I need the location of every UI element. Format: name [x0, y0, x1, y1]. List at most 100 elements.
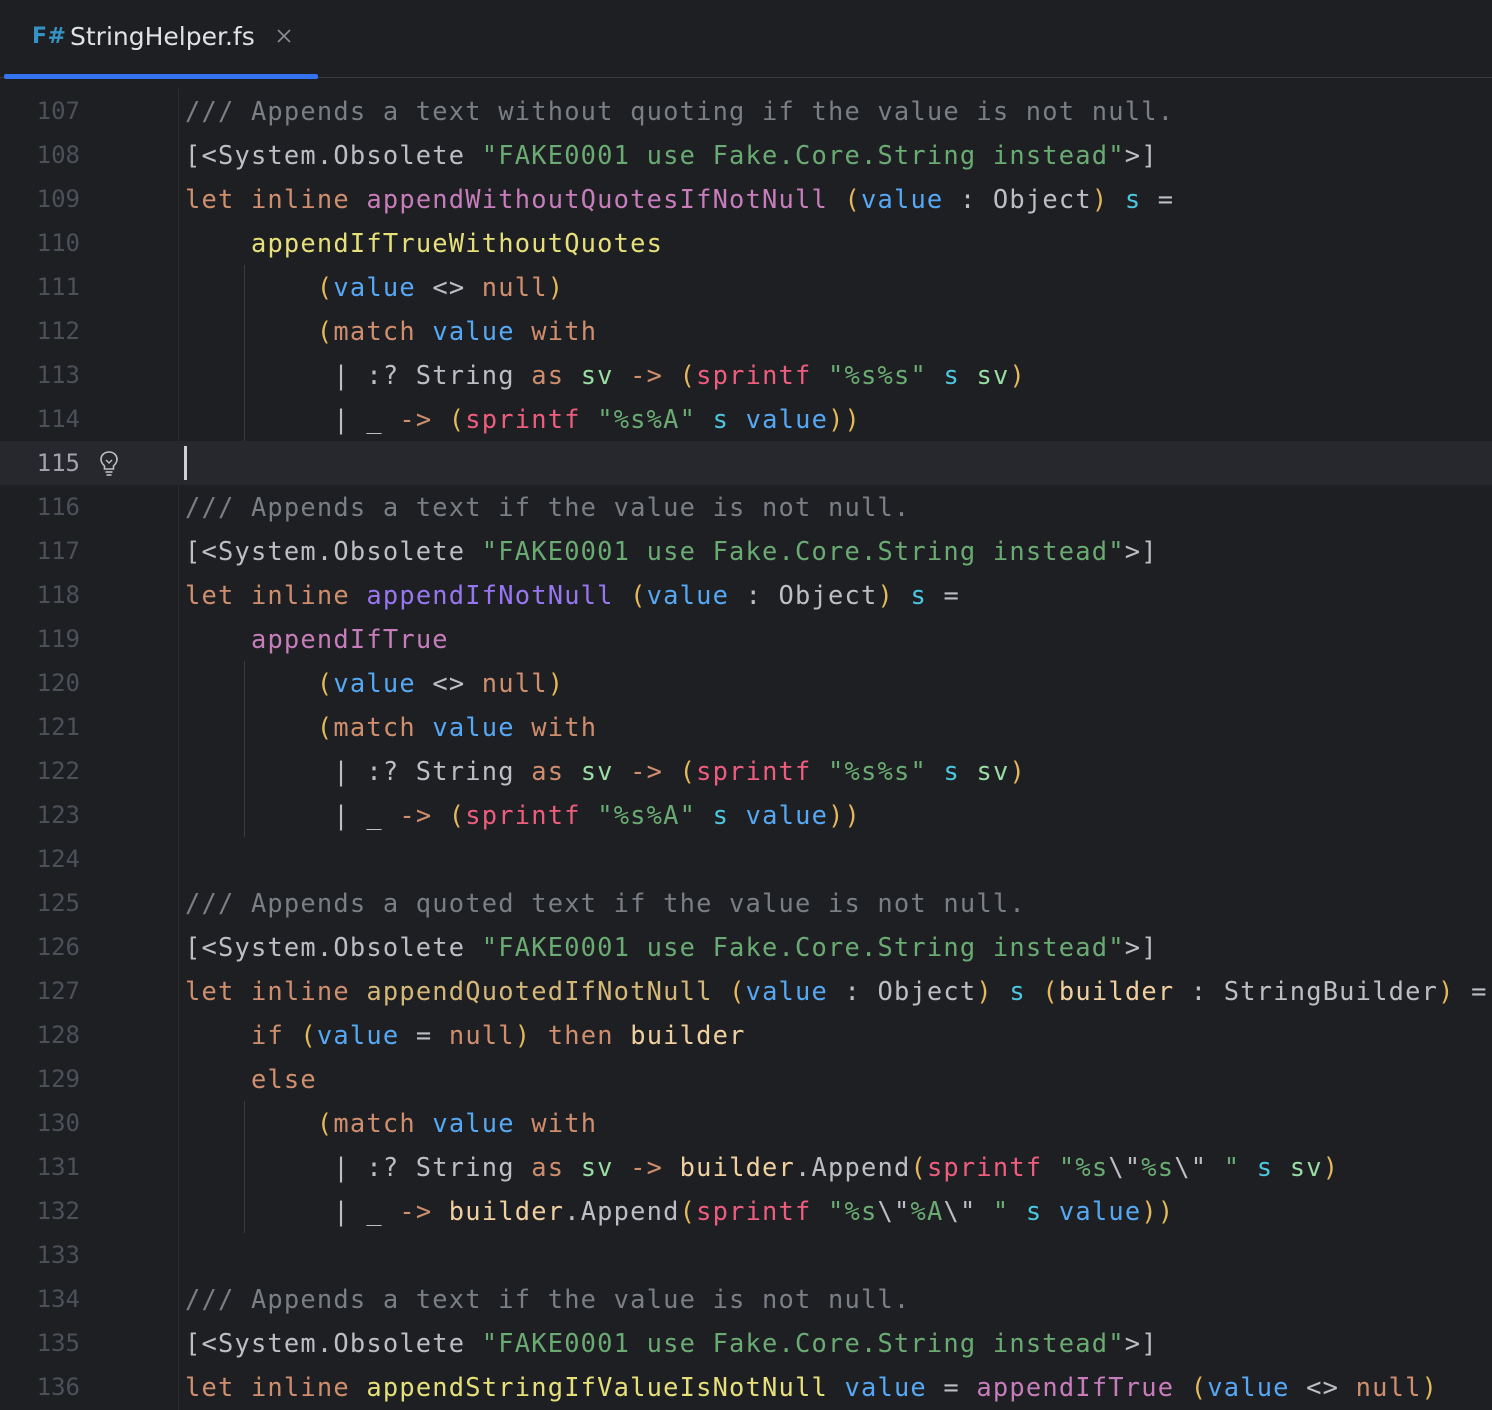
- code-token: s: [712, 404, 730, 434]
- code-token: "%s: [1058, 1152, 1109, 1182]
- code-line[interactable]: 127 let inline appendQuotedIfNotNull (val…: [0, 969, 1492, 1013]
- code-editor[interactable]: 107 /// Appends a text without quoting if…: [0, 89, 1492, 1410]
- code-token: null: [481, 668, 548, 698]
- code-line[interactable]: 129 else: [0, 1057, 1492, 1101]
- code-token: s: [1256, 1152, 1274, 1182]
- code-line[interactable]: 134 /// Appends a text if the value is no…: [0, 1277, 1492, 1321]
- code-line[interactable]: 123 | _ -> (sprintf "%s%A" s value)): [0, 793, 1492, 837]
- code-token: appendQuotedIfNotNull: [366, 976, 713, 1006]
- lightbulb-icon[interactable]: [96, 449, 122, 477]
- line-number: 110: [36, 229, 80, 257]
- code-token: "FAKE0001 use Fake.Core.String instead": [481, 932, 1125, 962]
- code-line[interactable]: 130 (match value with: [0, 1101, 1492, 1145]
- code-token: with: [514, 1108, 598, 1138]
- code-text: else: [185, 1057, 317, 1101]
- line-number: 131: [36, 1153, 80, 1181]
- code-line[interactable]: 132 | _ -> builder.Append(sprintf "%s\"%…: [0, 1189, 1492, 1233]
- code-line[interactable]: 124: [0, 837, 1492, 881]
- line-number: 118: [36, 581, 80, 609]
- code-token: "%s%A": [597, 404, 697, 434]
- code-token: [<System.Obsolete: [185, 140, 482, 170]
- code-token: <>: [1289, 1372, 1356, 1402]
- code-line[interactable]: 136 let inline appendStringIfValueIsNotNu…: [0, 1365, 1492, 1409]
- code-line[interactable]: 133: [0, 1233, 1492, 1277]
- code-line[interactable]: 107 /// Appends a text without quoting if…: [0, 89, 1492, 133]
- code-token: >]: [1124, 140, 1158, 170]
- code-line[interactable]: 114 | _ -> (sprintf "%s%A" s value)): [0, 397, 1492, 441]
- code-line[interactable]: 108 [<System.Obsolete "FAKE0001 use Fake.…: [0, 133, 1492, 177]
- code-token: as: [531, 1152, 581, 1182]
- code-line[interactable]: 121 (match value with: [0, 705, 1492, 749]
- code-text: /// Appends a text without quoting if th…: [185, 89, 1174, 133]
- code-token: sprintf: [465, 800, 581, 830]
- code-line[interactable]: 128 if (value = null) then builder: [0, 1013, 1492, 1057]
- line-number: 126: [36, 933, 80, 961]
- code-token: ): [1009, 756, 1026, 786]
- close-icon[interactable]: [274, 26, 296, 48]
- code-token: with: [514, 316, 598, 346]
- code-token: sv: [976, 756, 1010, 786]
- line-number: 120: [36, 669, 80, 697]
- code-token: >]: [1124, 536, 1158, 566]
- code-token: sprintf: [696, 756, 812, 786]
- code-line[interactable]: 113 | :? String as sv -> (sprintf "%s%s"…: [0, 353, 1492, 397]
- code-line[interactable]: 116 /// Appends a text if the value is no…: [0, 485, 1492, 529]
- code-token: sprintf: [696, 1196, 812, 1226]
- code-token: | _: [185, 1196, 400, 1226]
- code-line[interactable]: 109 let inline appendWithoutQuotesIfNotNu…: [0, 177, 1492, 221]
- code-line[interactable]: 125 /// Appends a quoted text if the valu…: [0, 881, 1492, 925]
- code-token: (: [679, 1196, 697, 1226]
- code-text: (value <> null): [185, 661, 564, 705]
- line-number: 123: [36, 801, 80, 829]
- code-token: "%s: [828, 1196, 878, 1226]
- code-text: appendIfTrue: [185, 617, 449, 661]
- code-line[interactable]: 119 appendIfTrue: [0, 617, 1492, 661]
- active-tab-indicator: [4, 74, 318, 79]
- tab-bar: F# StringHelper.fs: [0, 0, 1492, 79]
- fsharp-file-icon: F#: [32, 24, 67, 49]
- code-line[interactable]: 135 [<System.Obsolete "FAKE0001 use Fake.…: [0, 1321, 1492, 1365]
- code-token: (: [679, 360, 697, 390]
- code-line[interactable]: 131 | :? String as sv -> builder.Append(…: [0, 1145, 1492, 1189]
- code-token: match: [333, 1108, 433, 1138]
- tab-stringhelper[interactable]: F# StringHelper.fs: [4, 0, 318, 79]
- code-line[interactable]: 112 (match value with: [0, 309, 1492, 353]
- line-number: 119: [36, 625, 80, 653]
- code-token: sprintf: [465, 404, 581, 434]
- code-line[interactable]: 110 appendIfTrueWithoutQuotes: [0, 221, 1492, 265]
- code-line[interactable]: 122 | :? String as sv -> (sprintf "%s%s"…: [0, 749, 1492, 793]
- code-token: s: [712, 800, 730, 830]
- code-line[interactable]: 111 (value <> null): [0, 265, 1492, 309]
- code-token: "FAKE0001 use Fake.Core.String instead": [481, 140, 1125, 170]
- code-token: then: [531, 1020, 631, 1050]
- code-line[interactable]: 118 let inline appendIfNotNull (value : O…: [0, 573, 1492, 617]
- code-text: | _ -> builder.Append(sprintf "%s\"%A\" …: [185, 1189, 1174, 1233]
- code-line[interactable]: 117 [<System.Obsolete "FAKE0001 use Fake.…: [0, 529, 1492, 573]
- line-number: 135: [36, 1329, 80, 1357]
- code-token: ->: [613, 1152, 680, 1182]
- code-token: =: [1141, 184, 1175, 214]
- code-token: value: [1058, 1196, 1142, 1226]
- code-token: s: [910, 580, 927, 610]
- code-token: (: [1190, 1372, 1208, 1402]
- code-token: let inline: [185, 1372, 367, 1402]
- code-line[interactable]: 126 [<System.Obsolete "FAKE0001 use Fake.…: [0, 925, 1492, 969]
- code-line[interactable]: 120 (value <> null): [0, 661, 1492, 705]
- code-token: [<System.Obsolete: [185, 1328, 482, 1358]
- code-line[interactable]: 115: [0, 441, 1492, 485]
- code-token: "%s%s": [828, 756, 927, 786]
- code-token: =: [399, 1020, 449, 1050]
- code-token: ->: [399, 404, 449, 434]
- code-token: =: [926, 580, 960, 610]
